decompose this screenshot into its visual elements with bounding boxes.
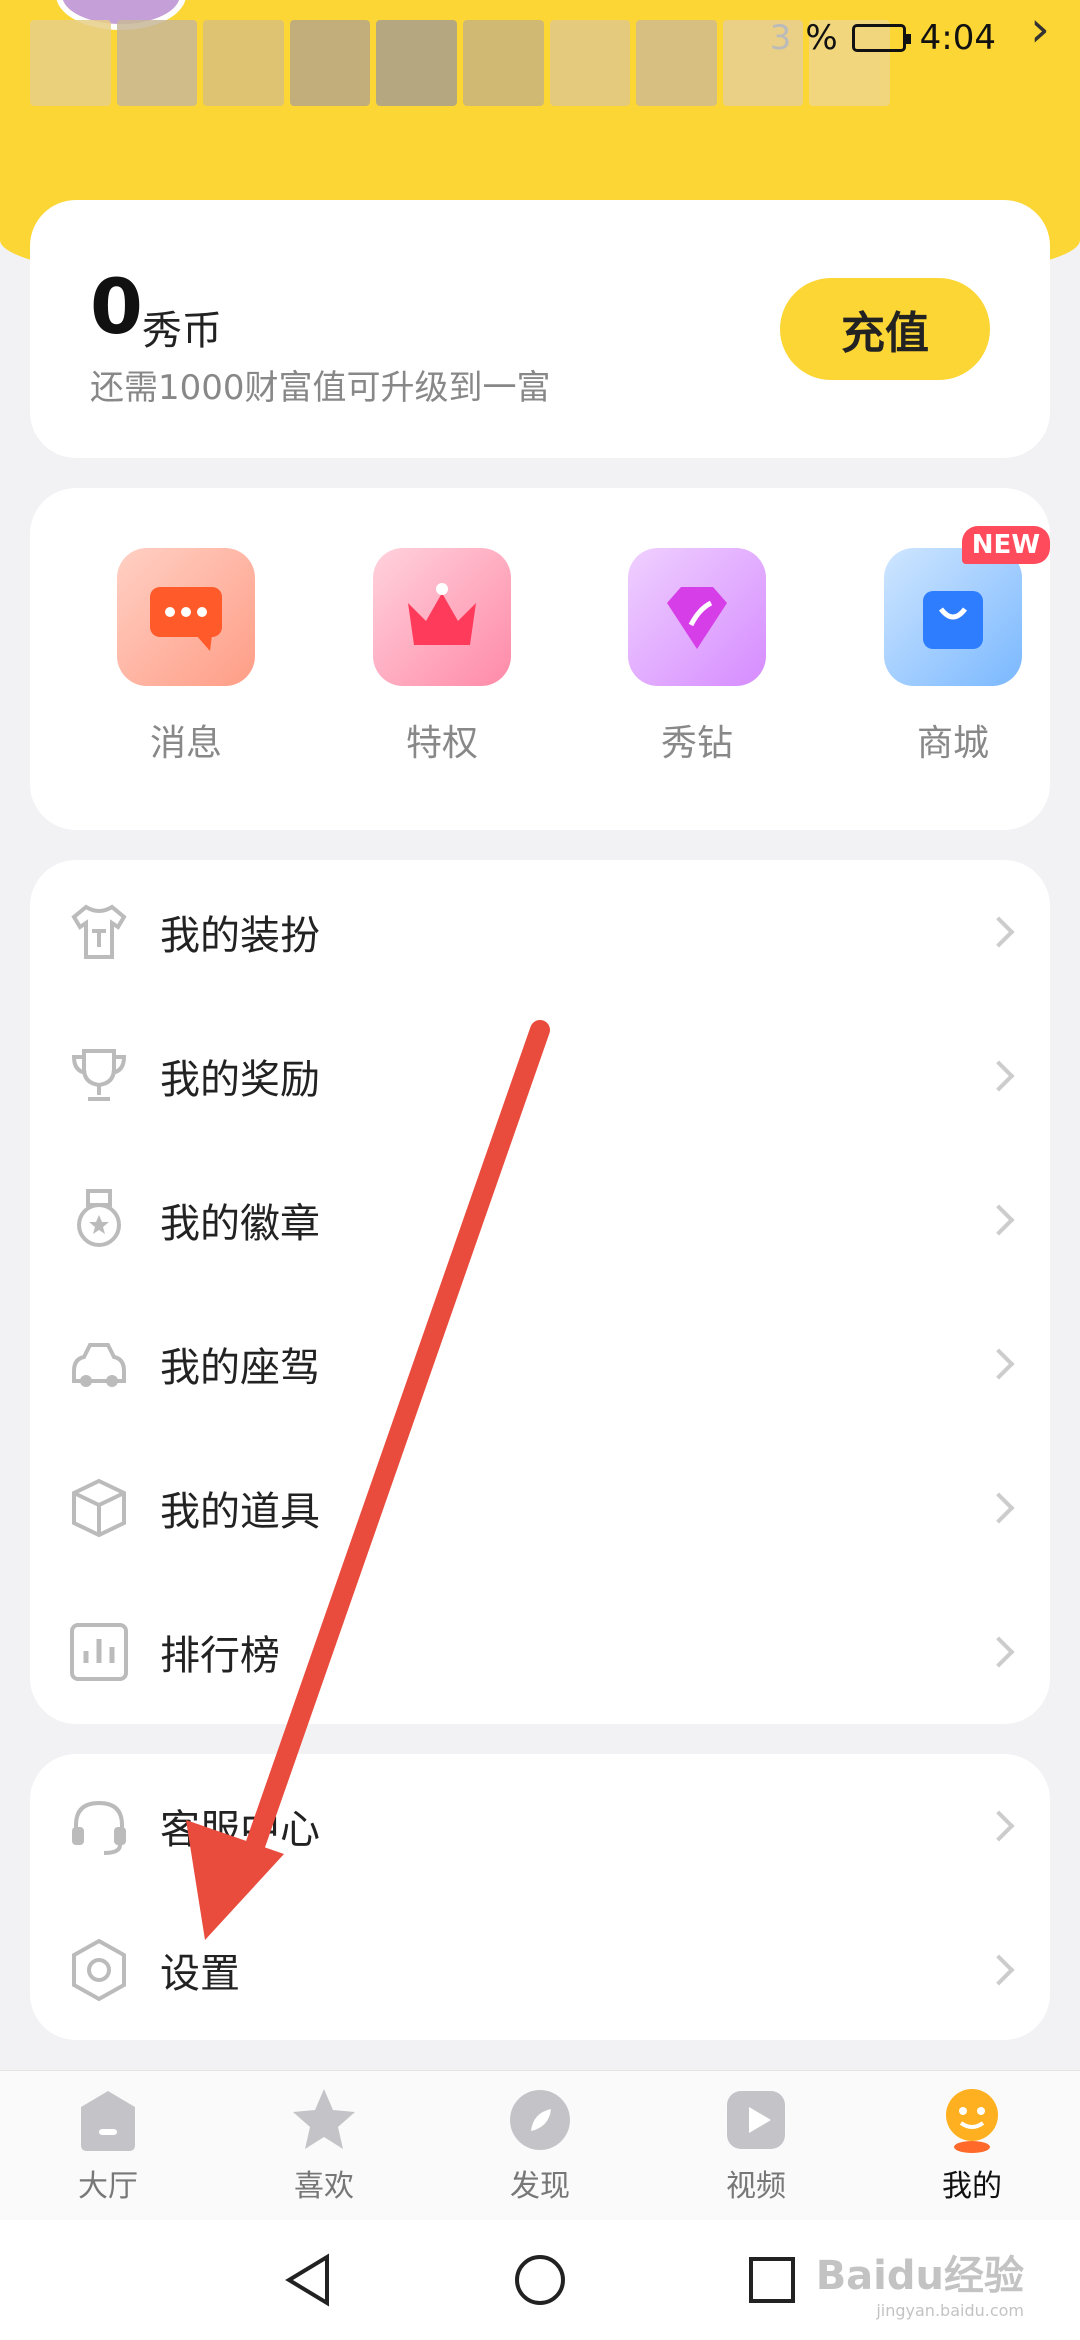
clock: 4:04	[919, 18, 996, 58]
coin-unit: 秀币	[142, 308, 222, 354]
tab-label: 视频	[726, 2169, 786, 2204]
watermark-url: jingyan.baidu.com	[876, 2301, 1024, 2320]
tab-video[interactable]: 视频	[686, 2085, 826, 2205]
menu-item-label: 我的奖励	[160, 1057, 320, 1103]
menu-item-label: 我的座驾	[160, 1345, 320, 1391]
shortcut-label: 特权	[405, 723, 478, 764]
home-icon	[73, 2085, 143, 2155]
box-icon	[62, 1471, 136, 1545]
status-trailing-digit: 3	[769, 18, 792, 58]
tab-label: 喜欢	[294, 2169, 354, 2204]
mascot-icon	[937, 2085, 1007, 2155]
menu-item-vehicle[interactable]: 我的座驾	[30, 1292, 1050, 1436]
bar-chart-icon	[62, 1615, 136, 1689]
wealth-hint: 还需1000财富值可升级到一富	[90, 368, 551, 408]
chevron-right-icon	[983, 1636, 1015, 1668]
status-bar: 3 % 4:04	[770, 18, 996, 58]
shortcut-message[interactable]: 消息	[96, 548, 276, 766]
medal-icon	[62, 1183, 136, 1257]
menu-item-leaderboard[interactable]: 排行榜	[30, 1580, 1050, 1724]
menu-item-label: 排行榜	[160, 1633, 280, 1679]
menu-item-label: 设置	[160, 1951, 240, 1997]
tab-label: 大厅	[78, 2169, 138, 2204]
shortcut-label: 消息	[149, 723, 222, 764]
chevron-right-icon	[983, 1204, 1015, 1236]
chevron-right-icon	[983, 1810, 1015, 1842]
tab-likes[interactable]: 喜欢	[254, 2085, 394, 2205]
car-icon	[62, 1327, 136, 1401]
diamond-icon	[628, 548, 766, 686]
battery-percent: %	[805, 18, 838, 58]
menu-item-props[interactable]: 我的道具	[30, 1436, 1050, 1580]
shortcut-label: 商城	[916, 723, 989, 764]
trophy-icon	[62, 1039, 136, 1113]
coin-amount: 0	[90, 262, 143, 351]
menu-item-settings[interactable]: 设置	[30, 1898, 1050, 2042]
tab-label: 我的	[942, 2169, 1002, 2204]
shortcut-card: 消息 特权 秀钻 NEW 商城	[30, 488, 1050, 830]
menu-card: 我的装扮 我的奖励 我的徽章 我的座驾 我的道具 排行榜	[30, 860, 1050, 1724]
shopping-bag-icon: NEW	[884, 526, 1050, 686]
menu-item-label: 客服中心	[160, 1807, 320, 1853]
menu-item-rewards[interactable]: 我的奖励	[30, 1004, 1050, 1148]
shortcut-diamond[interactable]: 秀钻	[607, 548, 787, 766]
tab-lobby[interactable]: 大厅	[38, 2085, 178, 2205]
shortcut-mall[interactable]: NEW 商城	[863, 526, 1050, 766]
tab-label: 发现	[510, 2169, 570, 2204]
chevron-right-icon	[983, 916, 1015, 948]
profile-chevron-icon[interactable]: ›	[1030, 0, 1050, 58]
watermark: Baidu经验 jingyan.baidu.com	[816, 2243, 1024, 2320]
settings-hexagon-icon	[62, 1933, 136, 2007]
recents-square-icon[interactable]	[742, 2250, 802, 2310]
chevron-right-icon	[983, 1060, 1015, 1092]
chevron-right-icon	[983, 1348, 1015, 1380]
tab-discover[interactable]: 发现	[470, 2085, 610, 2205]
shortcut-label: 秀钻	[660, 723, 733, 764]
headset-icon	[62, 1789, 136, 1863]
star-icon	[289, 2085, 359, 2155]
new-badge: NEW	[961, 526, 1050, 564]
chevron-right-icon	[983, 1492, 1015, 1524]
tshirt-icon	[62, 895, 136, 969]
recharge-button[interactable]: 充值	[780, 278, 990, 380]
menu-item-badges[interactable]: 我的徽章	[30, 1148, 1050, 1292]
play-icon	[721, 2085, 791, 2155]
crown-icon	[373, 548, 511, 686]
system-nav-bar: Baidu经验 jingyan.baidu.com	[0, 2220, 1080, 2340]
watermark-brand: Baidu经验	[815, 2253, 1024, 2299]
menu-item-label: 我的徽章	[160, 1201, 320, 1247]
battery-icon	[851, 24, 911, 52]
support-card: 客服中心 设置	[30, 1754, 1050, 2040]
menu-item-label: 我的道具	[160, 1489, 320, 1535]
message-icon	[117, 548, 255, 686]
compass-icon	[505, 2085, 575, 2155]
chevron-right-icon	[983, 1954, 1015, 1986]
balance-card: 0 秀币 还需1000财富值可升级到一富 充值	[30, 200, 1050, 458]
menu-item-label: 我的装扮	[160, 913, 320, 959]
bottom-tab-bar: 大厅 喜欢 发现 视频 我的	[0, 2070, 1080, 2220]
home-circle-icon[interactable]	[510, 2250, 570, 2310]
blurred-username	[30, 20, 890, 106]
tab-mine[interactable]: 我的	[902, 2085, 1042, 2205]
back-icon[interactable]	[278, 2250, 338, 2310]
menu-item-outfit[interactable]: 我的装扮	[30, 860, 1050, 1004]
menu-item-customer-service[interactable]: 客服中心	[30, 1754, 1050, 1898]
shortcut-privilege[interactable]: 特权	[352, 548, 532, 766]
